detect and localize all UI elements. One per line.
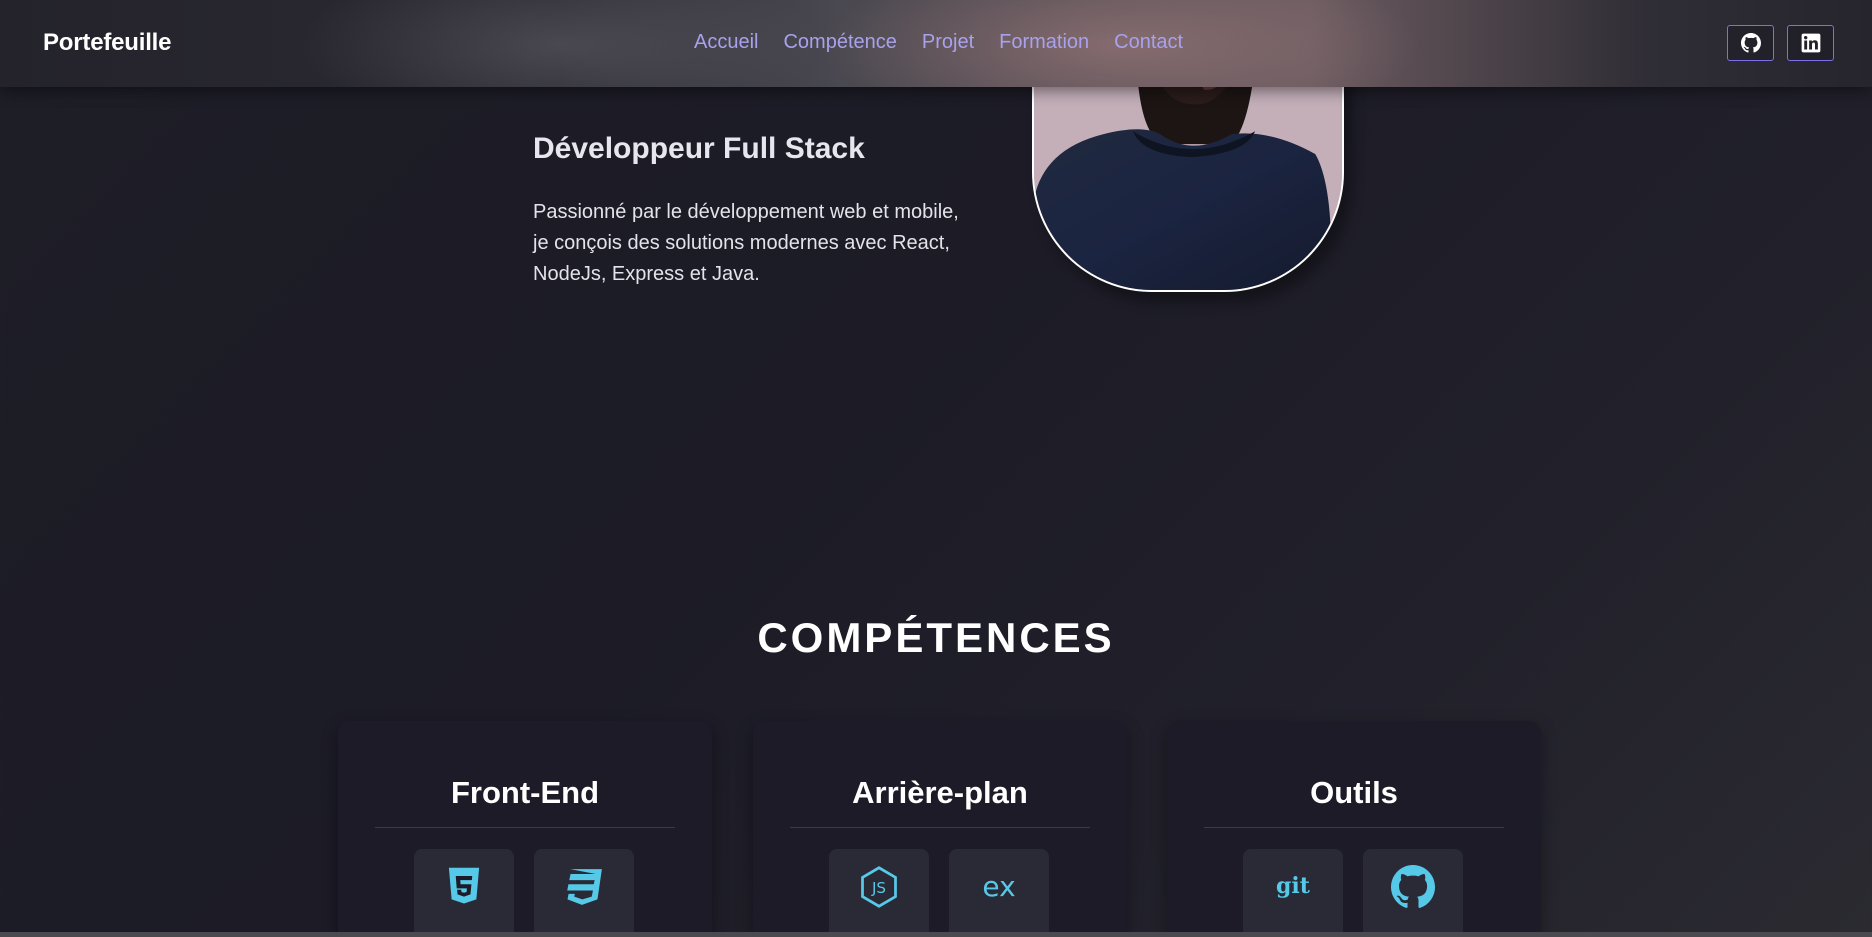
skill-tile-nodejs[interactable]: JS — [829, 849, 929, 937]
github-icon — [1740, 33, 1761, 53]
nodejs-icon: JS — [861, 866, 897, 908]
express-icon: ex — [982, 870, 1015, 903]
hero-description: Passionné par le développement web et mo… — [533, 201, 959, 285]
skill-card-outils: Outils git — [1167, 721, 1541, 937]
skill-tile-css3[interactable] — [534, 849, 634, 937]
horizontal-scrollbar[interactable] — [0, 932, 1872, 937]
brand-logo[interactable]: Portefeuille — [43, 29, 172, 57]
svg-text:git: git — [1276, 873, 1311, 899]
card-title: Outils — [1310, 775, 1398, 810]
card-divider — [790, 827, 1090, 828]
linkedin-icon — [1801, 33, 1820, 53]
skill-card-front-end: Front-End — [338, 721, 712, 937]
css3-icon — [567, 869, 602, 905]
main-nav: Accueil Compétence Projet Formation Cont… — [694, 31, 1183, 54]
nav-link-competence[interactable]: Compétence — [783, 31, 896, 54]
nav-link-accueil[interactable]: Accueil — [694, 31, 758, 54]
navbar: Portefeuille Accueil Compétence Projet F… — [0, 0, 1872, 87]
svg-text:JS: JS — [871, 879, 886, 897]
skill-tile-git[interactable]: git — [1243, 849, 1343, 937]
skill-tile-express[interactable]: ex — [949, 849, 1049, 937]
skill-tile-html5[interactable] — [414, 849, 514, 937]
card-title: Front-End — [450, 775, 600, 810]
nav-link-contact[interactable]: Contact — [1114, 31, 1183, 54]
github-button[interactable] — [1727, 25, 1774, 61]
card-divider — [1204, 827, 1504, 828]
svg-text:ex: ex — [982, 870, 1015, 903]
skill-card-backend: Arrière-plan JS ex — [753, 721, 1127, 937]
github-icon — [1391, 865, 1435, 908]
card-divider — [375, 827, 675, 828]
linkedin-button[interactable] — [1787, 25, 1834, 61]
skills-title: COMPÉTENCES — [757, 614, 1115, 661]
nav-link-formation[interactable]: Formation — [999, 31, 1089, 54]
nav-link-projet[interactable]: Projet — [922, 31, 974, 54]
card-title: Arrière-plan — [852, 775, 1028, 810]
hero-title: Développeur Full Stack — [533, 132, 865, 165]
git-icon: git — [1276, 873, 1311, 899]
html5-icon — [448, 867, 480, 904]
skill-tile-github[interactable] — [1363, 849, 1463, 937]
